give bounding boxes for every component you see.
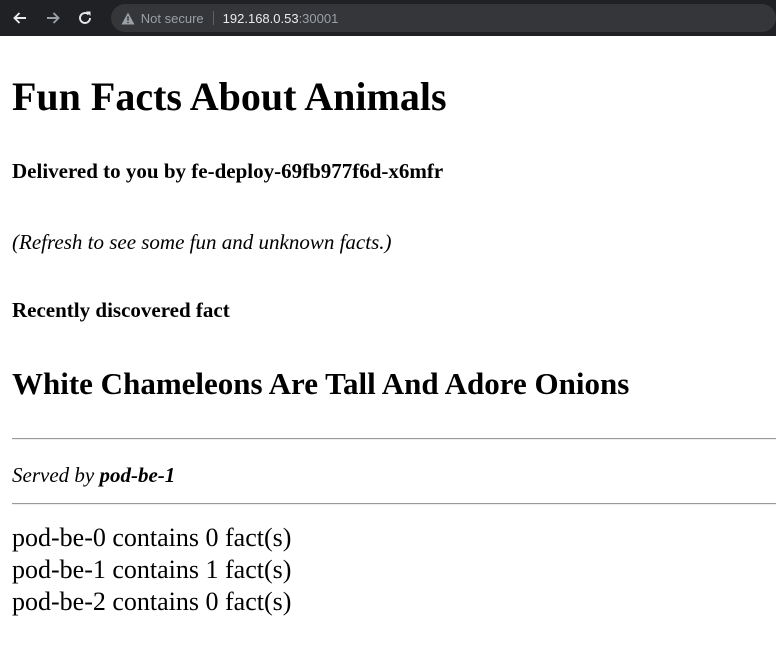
divider: [12, 438, 776, 440]
delivered-by-heading: Delivered to you by fe-deploy-69fb977f6d…: [12, 159, 444, 183]
page-title: Fun Facts About Animals: [12, 74, 447, 119]
pod-count-list: pod-be-0 contains 0 fact(s) pod-be-1 con…: [12, 522, 764, 618]
browser-toolbar: Not secure 192.168.0.53:30001: [0, 0, 776, 36]
reload-button[interactable]: [72, 4, 99, 32]
forward-button[interactable]: [40, 4, 67, 32]
fact-heading: White Chameleons Are Tall And Adore Onio…: [12, 366, 630, 401]
pod-count-item: pod-be-2 contains 0 fact(s): [12, 587, 292, 616]
divider: [12, 503, 776, 505]
url-port[interactable]: :30001: [299, 11, 339, 26]
served-by: Served by pod-be-1: [12, 462, 764, 488]
page-content: Fun Facts About Animals Delivered to you…: [0, 74, 776, 618]
arrow-right-icon: [46, 12, 60, 24]
served-by-pod: pod-be-1: [99, 463, 176, 487]
recent-fact-label: Recently discovered fact: [12, 298, 230, 322]
arrow-left-icon: [13, 12, 27, 24]
reload-icon: [79, 11, 92, 24]
url-host[interactable]: 192.168.0.53: [223, 11, 299, 26]
security-label[interactable]: Not secure: [141, 11, 204, 26]
address-bar[interactable]: Not secure 192.168.0.53:30001: [110, 4, 776, 32]
pod-count-item: pod-be-0 contains 0 fact(s): [12, 523, 292, 552]
warning-icon[interactable]: [121, 12, 135, 25]
omnibox-separator: [212, 11, 214, 25]
pod-count-item: pod-be-1 contains 1 fact(s): [12, 555, 292, 584]
back-button[interactable]: [7, 4, 34, 32]
refresh-hint: (Refresh to see some fun and unknown fac…: [12, 230, 392, 254]
served-by-prefix: Served by: [12, 463, 100, 487]
